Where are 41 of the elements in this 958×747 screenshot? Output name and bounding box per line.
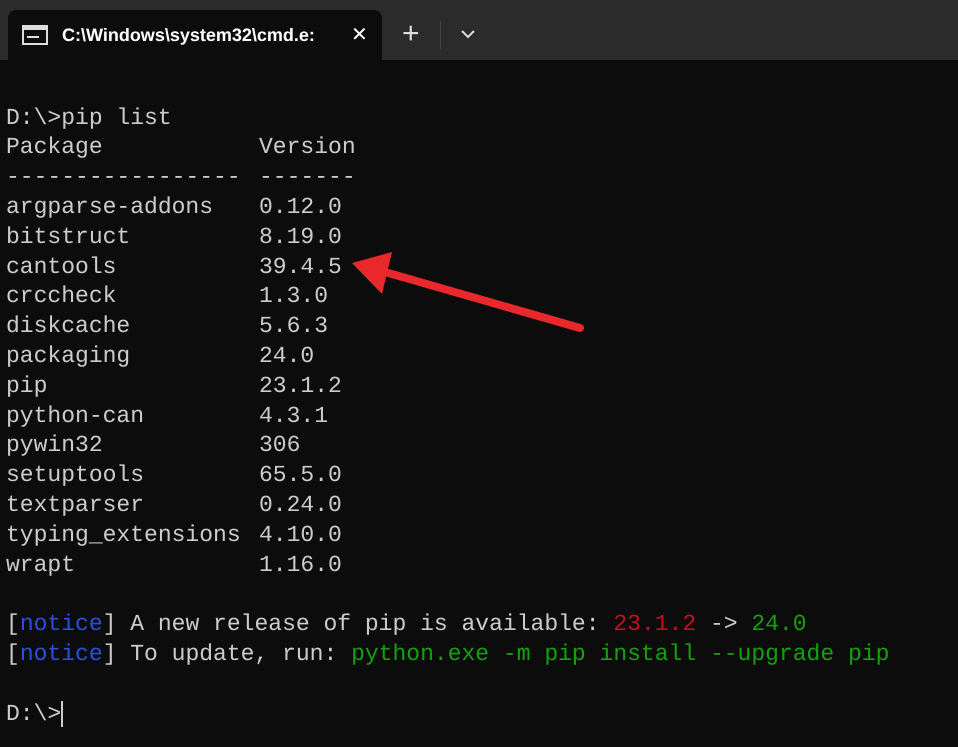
package-version: 65.5.0 — [259, 461, 342, 490]
package-name: diskcache — [6, 312, 132, 342]
package-version: 39.4.5 — [259, 252, 342, 282]
package-version: 24.0 — [259, 342, 314, 372]
package-name: python-can — [6, 402, 146, 431]
package-version: 5.6.3 — [259, 312, 328, 342]
separator-text: ------- — [259, 163, 356, 192]
package-name: crccheck — [6, 282, 118, 312]
package-name: wrapt — [6, 550, 76, 580]
package-name: packaging — [6, 342, 132, 372]
new-tab-button[interactable]: + — [402, 10, 420, 60]
package-version: 0.12.0 — [259, 193, 342, 222]
package-version: 1.3.0 — [259, 282, 328, 312]
package-version: 1.16.0 — [259, 550, 342, 580]
package-name: textparser — [6, 491, 146, 520]
package-version: 4.10.0 — [259, 520, 342, 550]
package-name: cantools — [6, 252, 118, 282]
package-name: typing_extensions — [6, 520, 242, 550]
package-version: 306 — [259, 431, 300, 460]
dropdown-icon[interactable] — [460, 30, 475, 39]
package-version: 8.19.0 — [259, 222, 342, 252]
package-version: 4.3.1 — [259, 402, 328, 431]
package-name: argparse-addons — [6, 193, 214, 222]
column-header: Version — [259, 133, 356, 162]
package-name: pip — [6, 372, 48, 401]
terminal-tab[interactable]: C:\Windows\system32\cmd.e: ✕ — [8, 10, 382, 60]
package-name: setuptools — [6, 461, 146, 490]
console-icon — [22, 25, 48, 45]
package-name: pywin32 — [6, 431, 104, 460]
command-line: D:\>pip list — [6, 104, 172, 133]
package-version: 23.1.2 — [259, 372, 342, 401]
package-name: bitstruct — [6, 222, 132, 252]
package-version: 0.24.0 — [259, 491, 342, 520]
close-tab-button[interactable]: ✕ — [351, 20, 368, 50]
notice-line: [notice] To update, run: python.exe -m pip install --upgrade pip — [6, 640, 890, 669]
tab-title: C:\Windows\system32\cmd.e: — [62, 24, 315, 47]
text-cursor — [61, 700, 64, 727]
separator-text: ----------------- — [6, 163, 242, 192]
notice-line: [notice] A new release of pip is available: 23.1.2 -> 24.0 — [6, 610, 807, 640]
column-header: Package — [6, 133, 104, 162]
prompt: D:\> — [6, 700, 62, 729]
